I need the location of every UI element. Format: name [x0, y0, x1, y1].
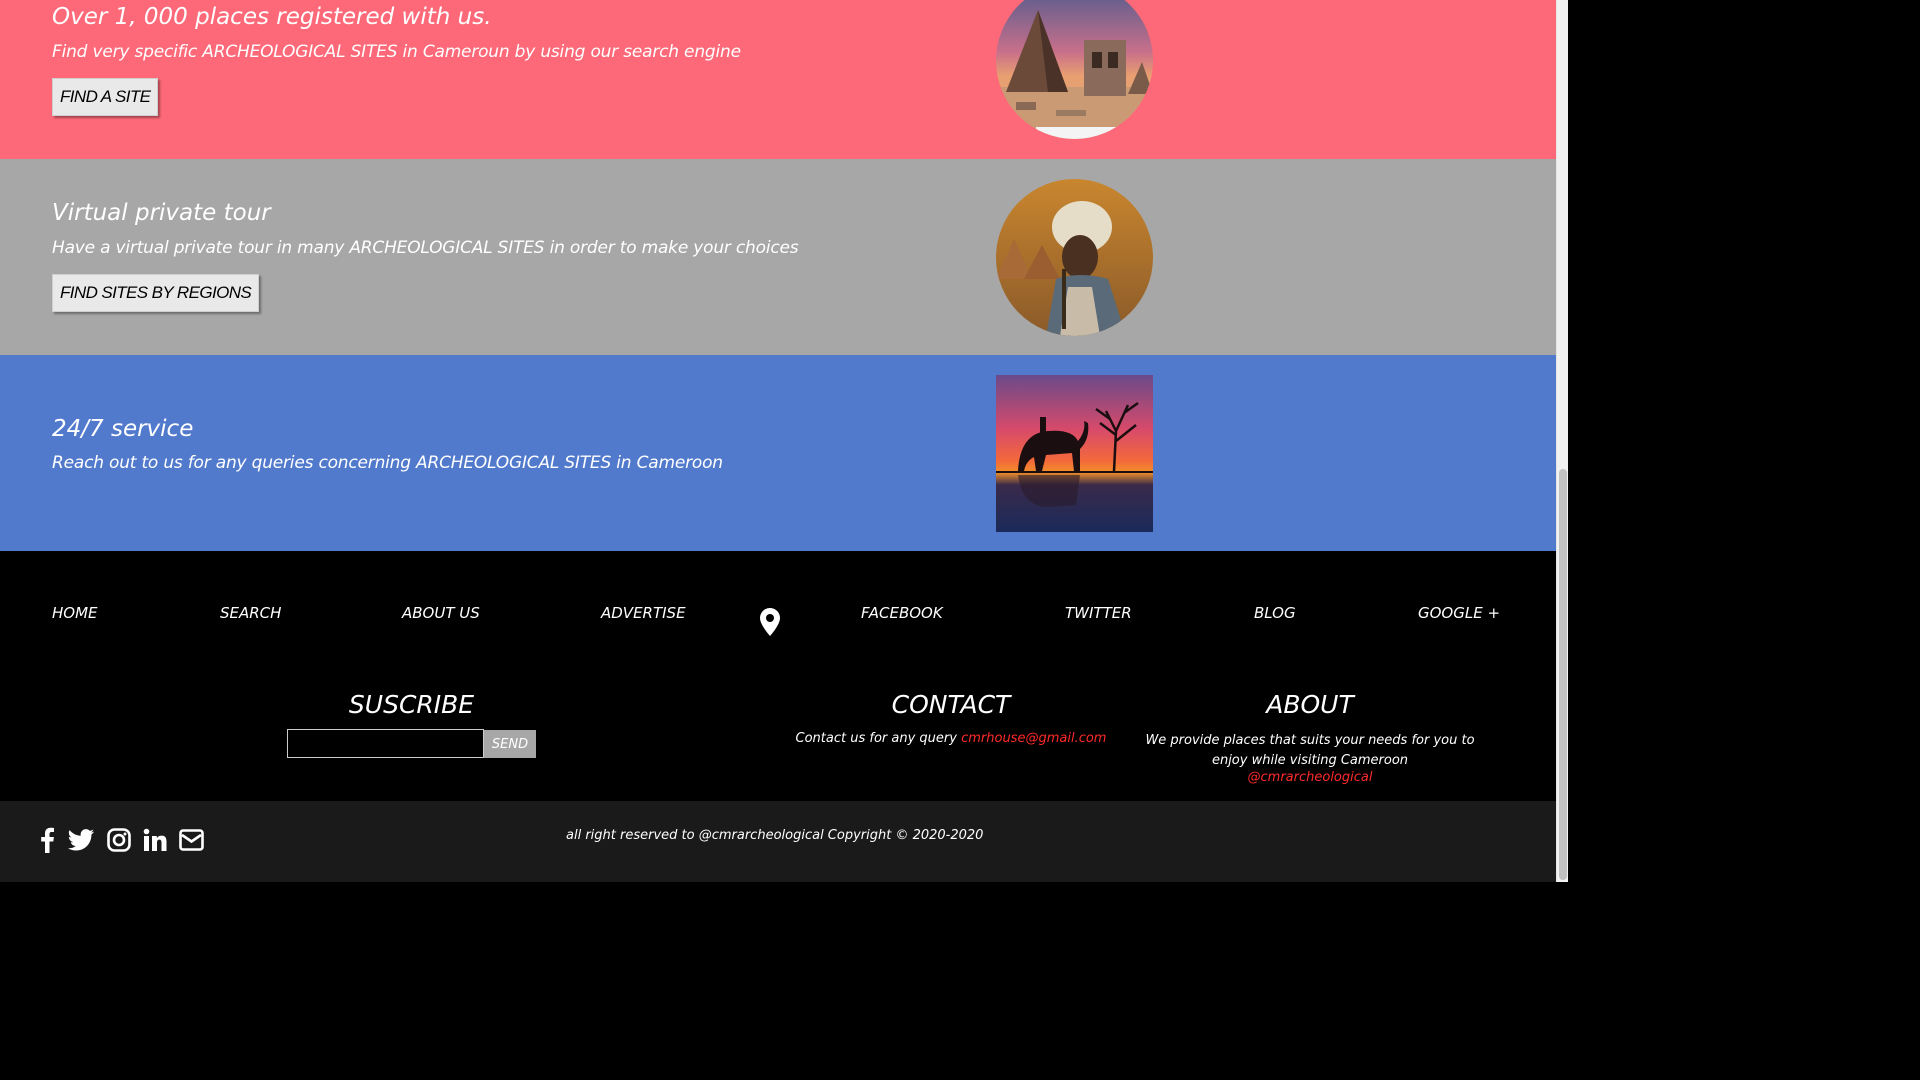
nav-advertise-link[interactable]: ADVERTISE	[601, 604, 686, 622]
find-a-site-button[interactable]: FIND A SITE	[52, 78, 159, 116]
page: Over 1, 000 places registered with us. F…	[0, 0, 1556, 882]
feature-title: 24/7 service	[52, 416, 194, 442]
about-title: ABOUT	[1266, 690, 1354, 719]
facebook-icon[interactable]	[36, 826, 58, 854]
twitter-icon[interactable]	[67, 826, 95, 854]
copyright-text: all right reserved to @cmrarcheological …	[566, 828, 984, 843]
nav-blog-link[interactable]: BLOG	[1254, 604, 1296, 622]
subscribe-email-input[interactable]	[287, 729, 484, 758]
find-sites-by-regions-button[interactable]: FIND SITES BY REGIONS	[52, 274, 260, 312]
scrollbar-thumb[interactable]	[1559, 469, 1567, 880]
nav-twitter-link[interactable]: TWITTER	[1065, 604, 1132, 622]
send-button[interactable]: SEND	[484, 730, 536, 758]
page-scrollbar[interactable]	[1556, 0, 1568, 882]
feature-description: Find very specific ARCHEOLOGICAL SITES i…	[52, 42, 741, 62]
elephant-sunset-image	[996, 375, 1153, 532]
feature-title: Virtual private tour	[52, 200, 271, 226]
subscribe-title: SUSCRIBE	[348, 690, 475, 719]
contact-email-link[interactable]: cmrhouse@gmail.com	[961, 731, 1106, 746]
nav-google-link[interactable]: GOOGLE +	[1418, 604, 1500, 622]
nav-about-us-link[interactable]: ABOUT US	[402, 604, 480, 622]
nav-home-link[interactable]: HOME	[52, 604, 98, 622]
linkedin-icon[interactable]	[142, 826, 168, 854]
location-pin-icon[interactable]	[760, 608, 780, 640]
pyramids-image	[996, 0, 1153, 139]
about-handle-link[interactable]: @cmrarcheological	[1126, 770, 1494, 785]
contact-title: CONTACT	[891, 690, 1011, 719]
contact-line: Contact us for any query cmrhouse@gmail.…	[790, 731, 1112, 746]
feature-band-places: Over 1, 000 places registered with us. F…	[0, 0, 1556, 159]
feature-band-service: 24/7 service Reach out to us for any que…	[0, 355, 1556, 551]
nav-facebook-link[interactable]: FACEBOOK	[861, 604, 943, 622]
feature-description: Reach out to us for any queries concerni…	[52, 453, 723, 473]
contact-text: Contact us for any query	[795, 731, 957, 746]
guide-portrait-image	[996, 179, 1153, 336]
about-text: We provide places that suits your needs …	[1145, 733, 1475, 768]
feature-band-virtual-tour: Virtual private tour Have a virtual priv…	[0, 159, 1556, 355]
instagram-icon[interactable]	[106, 826, 132, 854]
nav-search-link[interactable]: SEARCH	[220, 604, 281, 622]
feature-title: Over 1, 000 places registered with us.	[52, 4, 492, 30]
feature-description: Have a virtual private tour in many ARCH…	[52, 238, 799, 258]
email-icon[interactable]	[178, 826, 204, 854]
